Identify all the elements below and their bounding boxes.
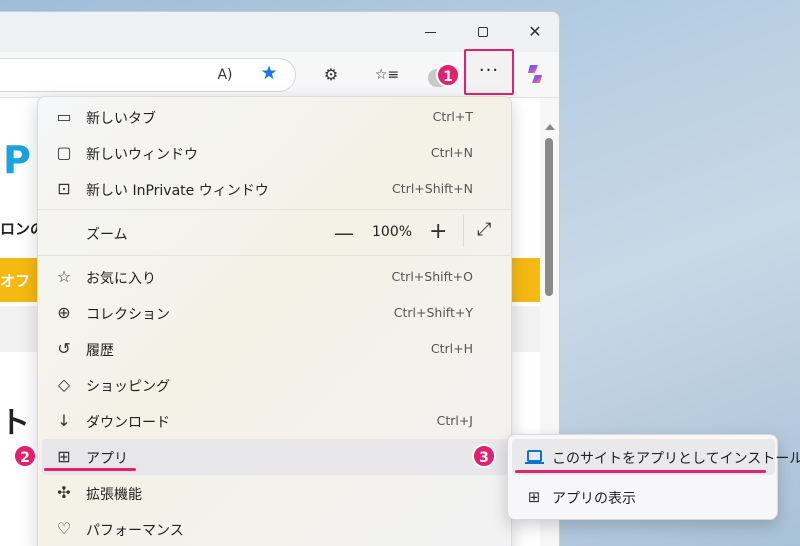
install-site-label: このサイトをアプリとしてインストール — [552, 451, 800, 467]
zoom-divider — [463, 215, 464, 247]
menu-item-shortcut: Ctrl+J — [436, 413, 473, 428]
minimize-button[interactable] — [420, 21, 442, 43]
banner-text: オフ — [0, 272, 31, 290]
scroll-thumb[interactable] — [545, 138, 553, 296]
menu-item-shortcut: Ctrl+H — [430, 341, 473, 356]
apps-grid-icon: ⊞ — [527, 488, 541, 506]
menu-item-new-window[interactable]: ▢ 新しいウィンドウ Ctrl+N — [42, 135, 509, 171]
maximize-button[interactable] — [472, 21, 494, 43]
read-aloud-icon[interactable]: A) — [214, 64, 236, 86]
collections-icon: ⊕ — [57, 303, 71, 322]
show-apps-item[interactable]: ⊞ アプリの表示 — [512, 479, 775, 515]
history-icon: ↺ — [57, 339, 71, 358]
menu-item-shortcut: Ctrl+N — [430, 145, 473, 160]
inprivate-icon: ⊡ — [57, 179, 71, 198]
menu-item-extensions[interactable]: ✣ 拡張機能 — [42, 475, 509, 511]
performance-icon: ♡ — [56, 519, 72, 538]
menu-item-downloads[interactable]: ↓ ダウンロード Ctrl+J — [42, 403, 509, 439]
extensions-icon[interactable]: ⚙ — [320, 64, 342, 86]
menu-item-collections[interactable]: ⊕ コレクション Ctrl+Shift+Y — [42, 295, 509, 331]
menu-item-shortcut: Ctrl+Shift+N — [392, 181, 473, 196]
copilot-icon[interactable] — [524, 63, 546, 85]
extensions-icon: ✣ — [57, 483, 71, 502]
menu-item-new-tab[interactable]: ▭ 新しいタブ Ctrl+T — [42, 99, 509, 135]
favorites-list-icon[interactable]: ☆≡ — [372, 64, 402, 86]
new-tab-icon: ▭ — [56, 107, 72, 126]
menu-item-label: 新しい InPrivate ウィンドウ — [86, 183, 269, 199]
download-icon: ↓ — [57, 411, 71, 430]
menu-item-label: アプリ — [86, 451, 128, 467]
title-bar: ✕ — [0, 12, 559, 52]
fullscreen-icon[interactable]: ⤢ — [477, 219, 491, 240]
settings-menu: ▭ 新しいタブ Ctrl+T ▢ 新しいウィンドウ Ctrl+N ⊡ 新しい I… — [37, 96, 513, 546]
menu-item-label: 新しいタブ — [86, 111, 156, 127]
page-heading-large: ト — [0, 406, 30, 441]
zoom-out-button[interactable]: — — [334, 221, 354, 245]
close-button[interactable]: ✕ — [524, 21, 546, 43]
site-logo: P — [3, 138, 31, 182]
menu-item-label: 履歴 — [86, 343, 114, 359]
new-window-icon: ▢ — [56, 143, 72, 162]
menu-item-label: 新しいウィンドウ — [86, 147, 198, 163]
menu-item-label: ダウンロード — [86, 415, 170, 431]
show-apps-label: アプリの表示 — [552, 491, 636, 507]
minimize-icon — [425, 32, 436, 33]
install-highlight-underline — [515, 470, 766, 473]
settings-and-more-button[interactable]: ··· — [464, 49, 514, 95]
shopping-tag-icon: ◇ — [57, 375, 71, 394]
menu-item-inprivate-window[interactable]: ⊡ 新しい InPrivate ウィンドウ Ctrl+Shift+N — [42, 171, 509, 207]
menu-divider — [38, 255, 513, 256]
zoom-label: ズーム — [86, 227, 128, 243]
menu-item-performance[interactable]: ♡ パフォーマンス — [42, 511, 509, 546]
menu-item-favorites[interactable]: ☆ お気に入り Ctrl+Shift+O — [42, 259, 509, 295]
menu-divider — [38, 209, 513, 210]
scroll-up-arrow-icon[interactable] — [545, 124, 555, 130]
menu-item-label: 拡張機能 — [86, 487, 142, 503]
install-app-icon — [524, 447, 544, 467]
step-badge-3: 3 — [472, 444, 496, 468]
menu-item-shortcut: Ctrl+Shift+Y — [393, 305, 473, 320]
menu-item-shortcut: Ctrl+Shift+O — [391, 269, 473, 284]
menu-item-label: コレクション — [86, 307, 170, 323]
favorites-icon: ☆ — [56, 267, 72, 286]
menu-item-shopping[interactable]: ◇ ショッピング — [42, 367, 509, 403]
favorite-star-icon[interactable]: ★ — [258, 62, 280, 84]
step-badge-2: 2 — [13, 444, 37, 468]
menu-item-label: お気に入り — [86, 271, 156, 287]
apps-highlight-underline — [44, 468, 136, 471]
menu-item-label: ショッピング — [86, 379, 170, 395]
menu-item-shortcut: Ctrl+T — [432, 109, 473, 124]
menu-item-label: パフォーマンス — [86, 523, 184, 539]
step-badge-1: 1 — [436, 63, 460, 87]
apps-submenu: このサイトをアプリとしてインストール ⊞ アプリの表示 — [507, 434, 800, 520]
menu-item-history[interactable]: ↺ 履歴 Ctrl+H — [42, 331, 509, 367]
address-bar[interactable] — [0, 58, 296, 92]
zoom-in-button[interactable]: + — [429, 219, 447, 244]
apps-icon: ⊞ — [57, 447, 71, 466]
zoom-value: 100% — [372, 224, 413, 240]
maximize-icon — [478, 27, 488, 37]
